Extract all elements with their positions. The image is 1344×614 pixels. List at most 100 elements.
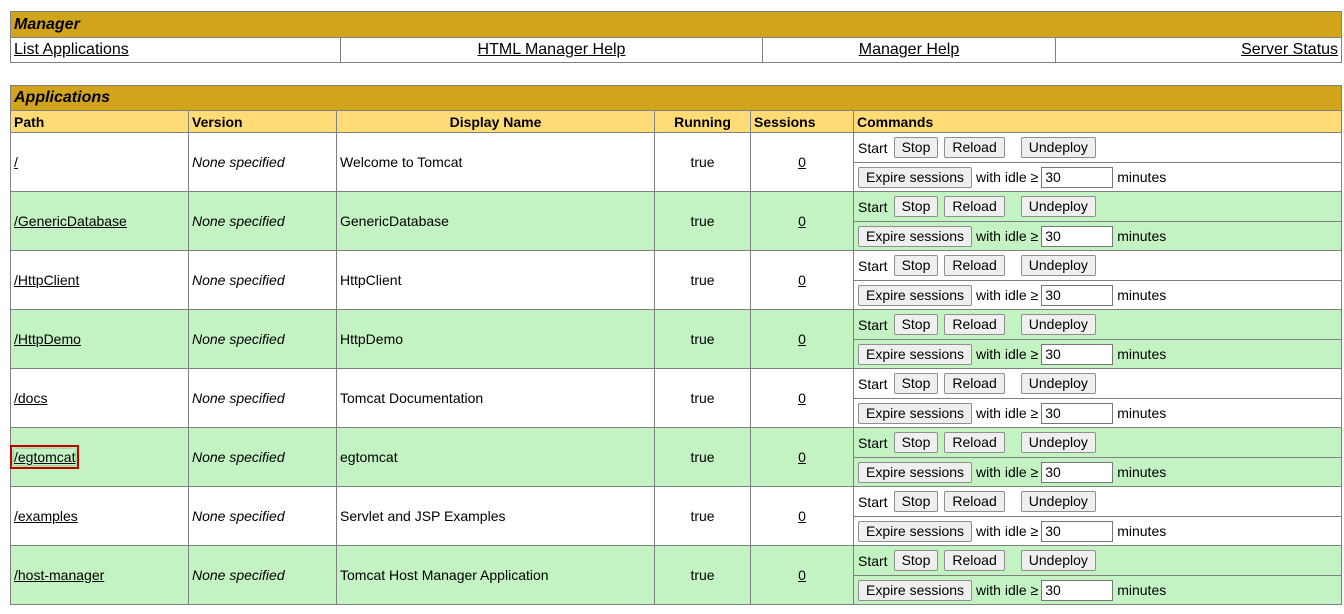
application-row: / None specified Welcome to Tomcat true 0 Sta… [10,132,1343,192]
manager-table: Manager List Applications HTML Manager H… [9,11,1343,63]
expire-sessions-button[interactable]: Expire sessions [858,402,973,424]
header-sessions: Sessions [750,110,854,133]
start-label: Start [858,375,888,392]
idle-minutes-input[interactable] [1041,343,1114,365]
stop-button[interactable]: Stop [893,491,939,512]
reload-button[interactable]: Reload [944,432,1005,453]
idle-minutes-input[interactable] [1041,166,1114,188]
stop-button[interactable]: Stop [893,255,939,276]
undeploy-button[interactable]: Undeploy [1020,373,1096,394]
app-path-link[interactable]: / [14,154,18,170]
app-path-link[interactable]: /egtomcat [9,445,80,469]
app-version: None specified [188,309,337,369]
command-line-expire: Expire sessionswith idle ≥ minutes [854,516,1342,545]
app-path-link[interactable]: /host-manager [14,567,104,583]
app-sessions-link[interactable]: 0 [798,567,806,583]
undeploy-button[interactable]: Undeploy [1020,196,1096,217]
app-sessions-link[interactable]: 0 [798,154,806,170]
app-sessions-link[interactable]: 0 [798,449,806,465]
reload-button[interactable]: Reload [944,314,1005,335]
app-sessions-link[interactable]: 0 [798,331,806,347]
stop-button[interactable]: Stop [893,137,939,158]
app-running: true [654,427,751,487]
reload-button[interactable]: Reload [944,255,1005,276]
expire-sessions-button[interactable]: Expire sessions [858,579,973,601]
app-version: None specified [188,368,337,428]
app-commands: Start Stop Reload Undeploy Expire sessions wi… [852,191,1343,251]
with-idle-label: with idle ≥ [976,287,1039,303]
stop-button[interactable]: Stop [893,373,939,394]
command-line-lifecycle: Start Stop Reload Undeploy [854,133,1341,162]
reload-button[interactable]: Reload [944,491,1005,512]
undeploy-button[interactable]: Undeploy [1020,491,1096,512]
with-idle-label: with idle ≥ [976,405,1039,421]
expire-sessions-button[interactable]: Expire sessions [858,284,973,306]
app-path-link[interactable]: /HttpClient [14,272,79,288]
with-idle-label: with idle ≥ [976,228,1039,244]
start-label: Start [858,198,888,215]
app-path-link[interactable]: /GenericDatabase [14,213,127,229]
app-path-link[interactable]: /docs [14,390,47,406]
expire-sessions-button[interactable]: Expire sessions [858,343,973,365]
start-label: Start [858,552,888,569]
command-line-expire: Expire sessionswith idle ≥ minutes [854,398,1342,427]
minutes-label: minutes [1117,169,1167,185]
minutes-label: minutes [1117,287,1167,303]
applications-table: Applications Path Version Display Name R… [9,85,1343,605]
app-sessions-link[interactable]: 0 [798,508,806,524]
command-line-lifecycle: Start Stop Reload Undeploy [854,487,1341,516]
stop-button[interactable]: Stop [893,314,939,335]
with-idle-label: with idle ≥ [976,346,1039,362]
app-commands: Start Stop Reload Undeploy Expire sessions wi… [852,427,1343,487]
stop-button[interactable]: Stop [893,550,939,571]
app-path-link[interactable]: /HttpDemo [14,331,81,347]
reload-button[interactable]: Reload [944,373,1005,394]
app-running: true [654,191,751,251]
app-display-name: GenericDatabase [336,191,655,251]
server-status-link[interactable]: Server Status [1241,41,1338,58]
idle-minutes-input[interactable] [1041,402,1114,424]
app-commands: Start Stop Reload Undeploy Expire sessions wi… [852,368,1343,428]
app-commands: Start Stop Reload Undeploy Expire sessions wi… [852,545,1343,605]
stop-button[interactable]: Stop [893,432,939,453]
app-display-name: egtomcat [336,427,655,487]
command-line-lifecycle: Start Stop Reload Undeploy [854,546,1341,575]
app-running: true [654,250,751,310]
expire-sessions-button[interactable]: Expire sessions [858,166,973,188]
app-sessions-link[interactable]: 0 [798,272,806,288]
idle-minutes-input[interactable] [1041,284,1114,306]
undeploy-button[interactable]: Undeploy [1020,550,1096,571]
reload-button[interactable]: Reload [944,550,1005,571]
reload-button[interactable]: Reload [944,196,1005,217]
undeploy-button[interactable]: Undeploy [1020,432,1096,453]
expire-sessions-button[interactable]: Expire sessions [858,225,973,247]
list-applications-link[interactable]: List Applications [14,41,129,58]
header-path: Path [10,110,189,133]
idle-minutes-input[interactable] [1041,461,1114,483]
undeploy-button[interactable]: Undeploy [1020,137,1096,158]
app-display-name: HttpClient [336,250,655,310]
app-path-link[interactable]: /examples [14,508,78,524]
expire-sessions-button[interactable]: Expire sessions [858,461,973,483]
minutes-label: minutes [1117,523,1167,539]
command-line-expire: Expire sessionswith idle ≥ minutes [854,339,1342,368]
html-manager-help-link[interactable]: HTML Manager Help [478,41,626,58]
undeploy-button[interactable]: Undeploy [1020,314,1096,335]
undeploy-button[interactable]: Undeploy [1020,255,1096,276]
minutes-label: minutes [1117,346,1167,362]
reload-button[interactable]: Reload [944,137,1005,158]
expire-sessions-button[interactable]: Expire sessions [858,520,973,542]
app-sessions-link[interactable]: 0 [798,390,806,406]
idle-minutes-input[interactable] [1041,579,1114,601]
stop-button[interactable]: Stop [893,196,939,217]
start-label: Start [858,316,888,333]
minutes-label: minutes [1117,405,1167,421]
command-line-lifecycle: Start Stop Reload Undeploy [854,310,1341,339]
app-commands: Start Stop Reload Undeploy Expire sessions wi… [852,132,1343,192]
idle-minutes-input[interactable] [1041,225,1114,247]
manager-help-link[interactable]: Manager Help [859,41,960,58]
start-label: Start [858,257,888,274]
app-sessions-link[interactable]: 0 [798,213,806,229]
app-display-name: HttpDemo [336,309,655,369]
idle-minutes-input[interactable] [1041,520,1114,542]
